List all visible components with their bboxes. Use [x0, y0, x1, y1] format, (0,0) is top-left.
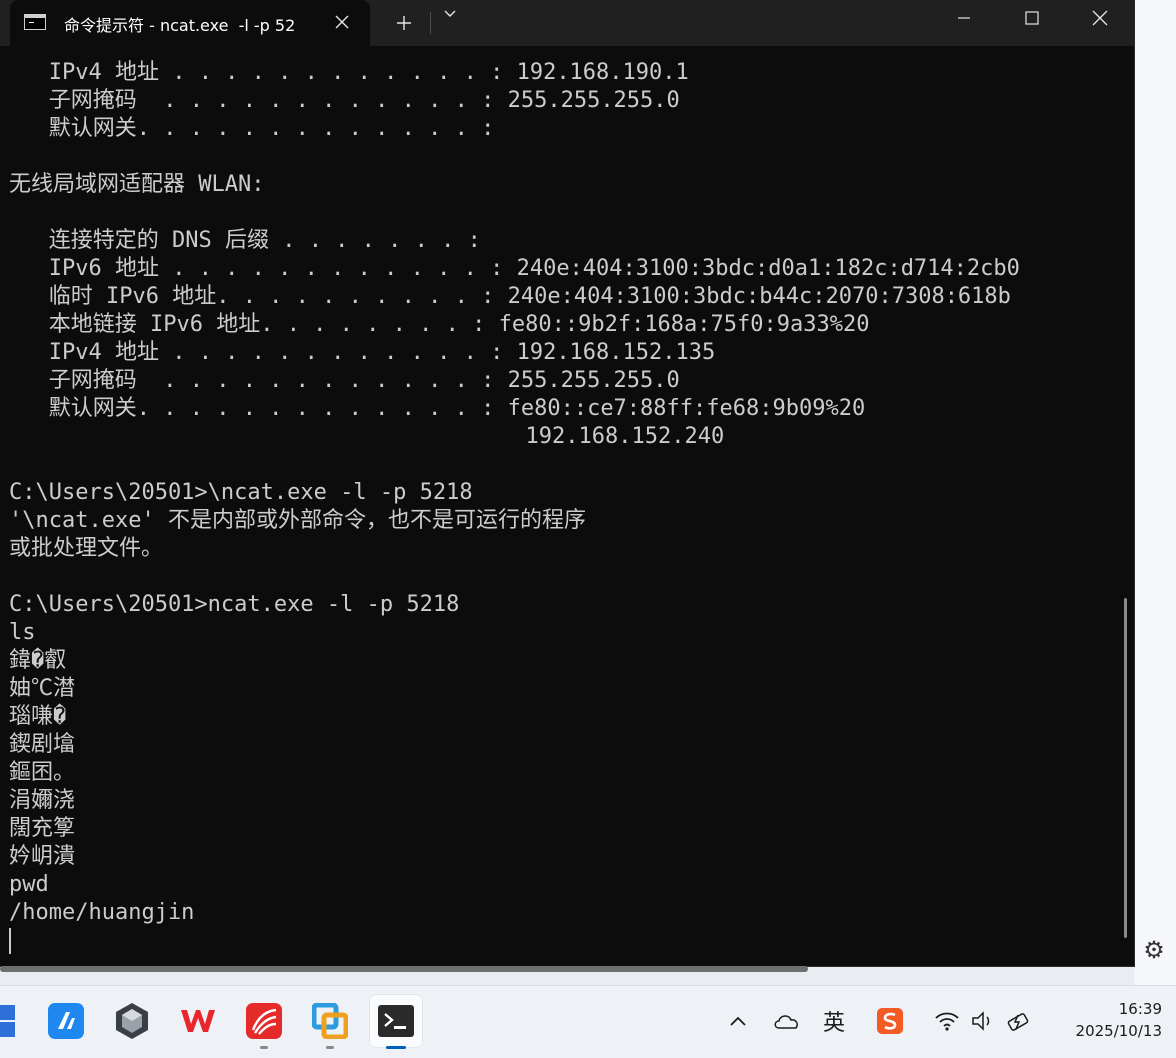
- app-running-indicator: [326, 1046, 334, 1049]
- close-icon: [335, 15, 349, 29]
- terminal-window: 命令提示符 - ncat.exe -l -p 52 IPv4 地址 . . . …: [0, 0, 1134, 966]
- console-line: 临时 IPv6 地址. . . . . . . . . . : 240e:404…: [9, 284, 1011, 309]
- console-line: C:\Users\20501>\ncat.exe -l -p 5218: [9, 480, 473, 505]
- console-line: 192.168.152.240: [9, 424, 725, 449]
- wifi-icon: [935, 1012, 959, 1031]
- volume-button[interactable]: [966, 1005, 1000, 1037]
- taskbar-app-unity[interactable]: [106, 995, 158, 1047]
- start-icon: [0, 1005, 15, 1037]
- clock-date: 2025/10/13: [1075, 1022, 1162, 1040]
- console-line: 默认网关. . . . . . . . . . . . . :: [9, 116, 495, 141]
- close-button[interactable]: [1066, 0, 1134, 36]
- console-line: 妯℃澘: [9, 676, 76, 701]
- console-line: pwd: [9, 872, 49, 897]
- console-line: 本地链接 IPv6 地址. . . . . . . . : fe80::9b2f…: [9, 312, 870, 337]
- network-button[interactable]: [930, 1005, 964, 1037]
- console-line: IPv4 地址 . . . . . . . . . . . . : 192.16…: [9, 60, 689, 85]
- vmware-icon: [312, 1003, 348, 1039]
- console-line: /home/huangjin: [9, 900, 195, 925]
- battery-icon: [1007, 1013, 1029, 1031]
- taskbar-app-lark[interactable]: [40, 995, 92, 1047]
- close-icon: [1092, 10, 1108, 26]
- console-line: 或批处理文件。: [9, 536, 164, 561]
- onedrive-icon: [774, 1015, 798, 1029]
- tab-separator: [430, 12, 431, 34]
- lark-icon: [48, 1003, 84, 1039]
- console-line: 无线局域网适配器 WLAN:: [9, 172, 265, 197]
- console-icon: [24, 14, 46, 30]
- horizontal-scrollbar[interactable]: [0, 966, 808, 972]
- console-line: IPv6 地址 . . . . . . . . . . . . : 240e:4…: [9, 256, 1020, 281]
- console-line: '\ncat.exe' 不是内部或外部命令，也不是可运行的程序: [9, 508, 586, 533]
- text-cursor: [9, 928, 11, 954]
- gear-icon[interactable]: ⚙: [1138, 934, 1170, 966]
- show-hidden-icons-button[interactable]: [722, 1005, 754, 1037]
- console-line: 子网掩码 . . . . . . . . . . . . : 255.255.2…: [9, 88, 680, 113]
- console-output[interactable]: IPv4 地址 . . . . . . . . . . . . : 192.16…: [9, 59, 1119, 959]
- console-line: 闊充箰: [9, 816, 76, 841]
- console-line: 鍥剧墖: [9, 732, 76, 757]
- console-line: 连接特定的 DNS 后缀 . . . . . . . :: [9, 228, 481, 253]
- taskbar-app-xuexitong[interactable]: [238, 995, 290, 1047]
- clock-time: 16:39: [1118, 1000, 1162, 1018]
- terminal-icon: [378, 1005, 414, 1037]
- tab-cmd[interactable]: 命令提示符 - ncat.exe -l -p 52: [10, 0, 370, 46]
- console-line: 默认网关. . . . . . . . . . . . . : fe80::ce…: [9, 396, 866, 421]
- vertical-scrollbar[interactable]: [1124, 598, 1127, 938]
- tab-title: 命令提示符 - ncat.exe -l -p 52: [64, 16, 296, 35]
- battery-button[interactable]: [1002, 1005, 1038, 1037]
- console-line: 妗岄潰: [9, 844, 76, 869]
- maximize-button[interactable]: [998, 0, 1066, 36]
- chevron-up-icon: [730, 1016, 746, 1026]
- app-running-indicator: [260, 1046, 268, 1049]
- console-line: 涓嬭浇: [9, 788, 76, 813]
- taskbar-app-vmware[interactable]: [304, 995, 356, 1047]
- new-tab-button[interactable]: [386, 8, 422, 38]
- sogou-button[interactable]: [872, 1005, 908, 1037]
- minimize-button[interactable]: [930, 0, 998, 36]
- start-button[interactable]: [0, 995, 26, 1047]
- wps-icon: [181, 1010, 215, 1032]
- console-line: IPv4 地址 . . . . . . . . . . . . : 192.16…: [9, 340, 716, 365]
- maximize-icon: [1025, 11, 1039, 25]
- sogou-icon: [877, 1008, 903, 1034]
- console-line: 瑙嗛�: [9, 704, 67, 729]
- system-clock[interactable]: 16:39 2025/10/13: [1040, 998, 1162, 1042]
- minimize-icon: [958, 17, 970, 19]
- volume-icon: [972, 1011, 990, 1031]
- background-window: ⚙: [1134, 0, 1176, 985]
- console-line: 鍏�叡: [9, 648, 67, 673]
- console-line: C:\Users\20501>ncat.exe -l -p 5218: [9, 592, 460, 617]
- close-tab-button[interactable]: [328, 8, 356, 36]
- tab-dropdown-button[interactable]: [436, 8, 464, 38]
- app-active-indicator: [386, 1046, 406, 1049]
- unity-icon: [116, 1003, 148, 1039]
- chevron-down-icon: [444, 10, 456, 17]
- console-line: 子网掩码 . . . . . . . . . . . . : 255.255.2…: [9, 368, 680, 393]
- taskbar-app-terminal[interactable]: [370, 995, 422, 1047]
- console-line: ls: [9, 620, 36, 645]
- plus-icon: [397, 16, 411, 30]
- title-bar: 命令提示符 - ncat.exe -l -p 52: [0, 0, 1134, 46]
- xuexitong-icon: [246, 1003, 282, 1039]
- ime-indicator[interactable]: 英: [816, 1005, 852, 1037]
- onedrive-button[interactable]: [768, 1005, 804, 1037]
- taskbar-app-wps[interactable]: [172, 995, 224, 1047]
- console-line: 鏂囨。: [9, 760, 76, 785]
